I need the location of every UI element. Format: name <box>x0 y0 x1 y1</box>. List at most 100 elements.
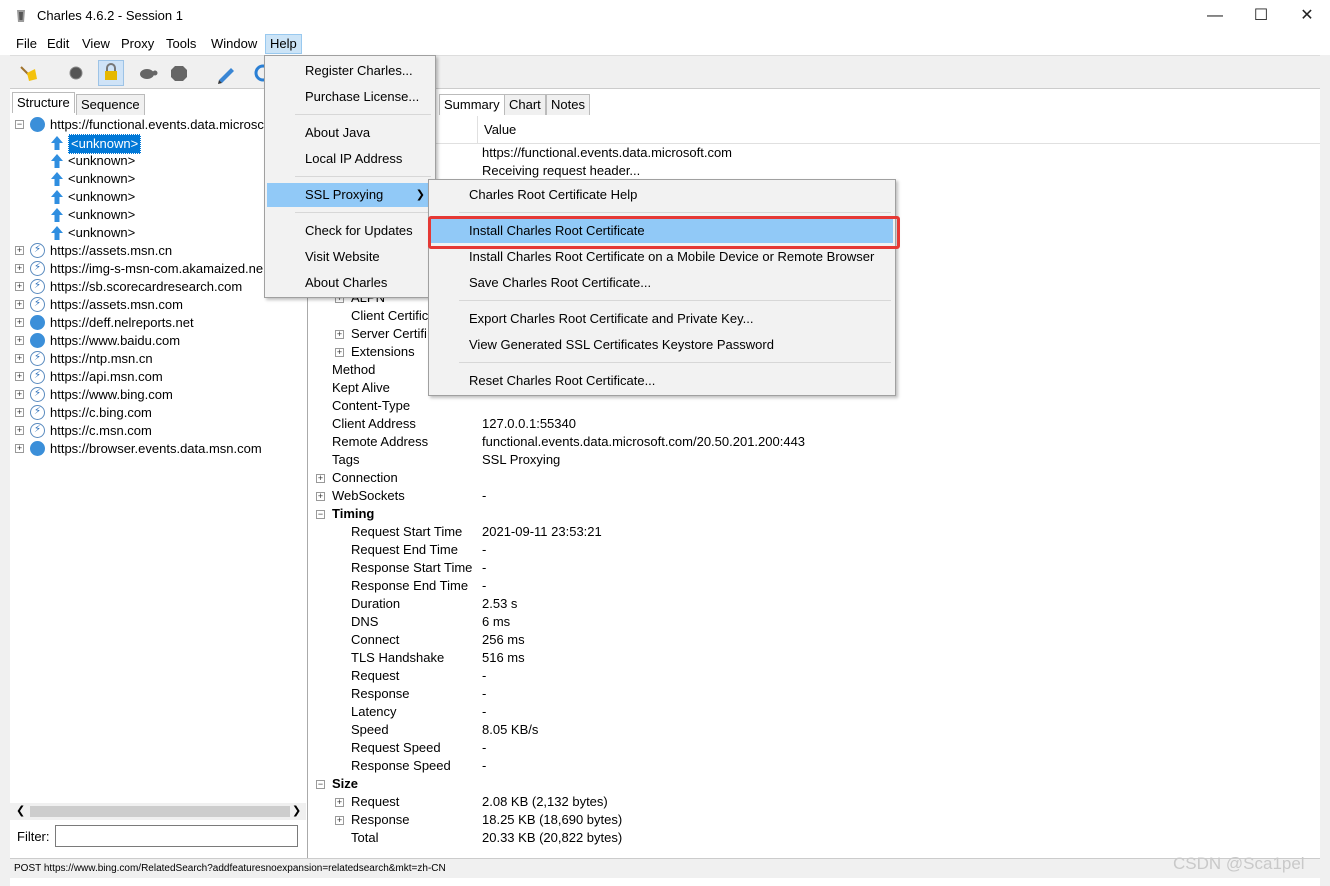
expand-icon[interactable]: + <box>15 444 24 453</box>
menu-view[interactable]: View <box>78 34 114 54</box>
submenu-arrow-icon: ❯ <box>415 189 425 201</box>
menu-separator <box>459 362 891 363</box>
expand-icon[interactable]: + <box>15 390 24 399</box>
collapse-icon[interactable]: − <box>316 780 325 789</box>
menu-item-about-java[interactable]: About Java <box>267 121 433 145</box>
upload-arrow-icon <box>51 172 63 186</box>
scroll-left-icon[interactable]: ❮ <box>16 804 25 817</box>
menu-item-save-root-cert[interactable]: Save Charles Root Certificate... <box>431 271 893 295</box>
scrollbar-thumb[interactable] <box>30 806 290 817</box>
expand-icon[interactable]: + <box>335 798 344 807</box>
menu-item-ssl-proxying[interactable]: SSL Proxying ❯ <box>267 183 433 207</box>
expand-icon[interactable]: + <box>316 474 325 483</box>
expand-icon[interactable]: + <box>335 816 344 825</box>
tree-row-host[interactable]: + ⚡ https://www.bing.com <box>10 386 308 404</box>
expand-icon[interactable]: + <box>15 372 24 381</box>
menu-proxy[interactable]: Proxy <box>117 34 158 54</box>
expand-icon[interactable]: + <box>15 354 24 363</box>
timing-row-value: - <box>482 560 487 575</box>
tree-row-host[interactable]: + ⚡ https://c.bing.com <box>10 404 308 422</box>
minimize-button[interactable]: — <box>1192 0 1238 32</box>
menu-item-root-cert-help[interactable]: Charles Root Certificate Help <box>431 183 893 207</box>
expand-icon[interactable]: + <box>15 246 24 255</box>
timing-row-value: 6 ms <box>482 614 511 629</box>
expand-icon[interactable]: + <box>15 408 24 417</box>
tree-row-host[interactable]: + ⚡ https://assets.msn.com <box>10 296 308 314</box>
menu-item-check-updates[interactable]: Check for Updates <box>267 219 433 243</box>
upload-arrow-icon <box>51 226 63 240</box>
expand-icon[interactable]: + <box>15 300 24 309</box>
timing-row-label: Response <box>351 686 410 701</box>
host-label: https://www.baidu.com <box>50 333 181 348</box>
host-label: https://functional.events.data.microsc <box>50 117 264 132</box>
compose-pen-icon[interactable] <box>213 60 239 86</box>
timing-row-label: Connect <box>351 632 400 647</box>
expand-icon[interactable]: + <box>15 426 24 435</box>
tree-horizontal-scrollbar[interactable]: ❮ ❯ <box>10 803 306 820</box>
lightning-icon: ⚡ <box>30 243 45 258</box>
tree-row-host[interactable]: + https://deff.nelreports.net <box>10 314 308 332</box>
menu-tools[interactable]: Tools <box>162 34 200 54</box>
tab-chart[interactable]: Chart <box>504 94 546 115</box>
filter-input[interactable] <box>55 825 298 847</box>
menu-item-view-keystore-password[interactable]: View Generated SSL Certificates Keystore… <box>431 333 893 357</box>
timing-row-label: Request <box>351 668 400 683</box>
scroll-right-icon[interactable]: ❯ <box>292 804 301 817</box>
tree-row-host[interactable]: + https://www.baidu.com <box>10 332 308 350</box>
expand-icon[interactable]: + <box>335 330 344 339</box>
maximize-button[interactable]: ☐ <box>1238 0 1284 32</box>
tab-structure[interactable]: Structure <box>12 92 75 113</box>
expand-icon[interactable]: + <box>15 264 24 273</box>
ssl-proxying-lock-icon[interactable] <box>98 60 124 86</box>
menu-separator <box>459 212 891 213</box>
detail-row-value: functional.events.data.microsoft.com/20.… <box>482 434 806 449</box>
timing-row-value: 2.53 s <box>482 596 518 611</box>
tab-summary[interactable]: Summary <box>439 94 505 115</box>
record-icon[interactable] <box>63 60 89 86</box>
menu-help[interactable]: Help <box>265 34 302 54</box>
host-label: https://c.msn.com <box>50 423 152 438</box>
size-row-value: 2.08 KB (2,132 bytes) <box>482 794 608 809</box>
expand-icon[interactable]: + <box>316 492 325 501</box>
menu-item-visit-website[interactable]: Visit Website <box>267 245 433 269</box>
status-bar: POST https://www.bing.com/RelatedSearch?… <box>10 858 1320 878</box>
globe-icon <box>30 315 45 330</box>
collapse-icon[interactable]: − <box>15 120 24 129</box>
size-row-label: Total <box>351 830 379 845</box>
timing-row-label: Duration <box>351 596 401 611</box>
tree-row-host[interactable]: + ⚡ https://api.msn.com <box>10 368 308 386</box>
tree-row-host[interactable]: + ⚡ https://ntp.msn.cn <box>10 350 308 368</box>
breakpoints-stop-icon[interactable] <box>166 60 192 86</box>
menu-item-export-root-cert[interactable]: Export Charles Root Certificate and Priv… <box>431 307 893 331</box>
menu-window[interactable]: Window <box>207 34 261 54</box>
throttle-turtle-icon[interactable] <box>134 60 160 86</box>
request-label: <unknown> <box>68 134 142 154</box>
tree-row-host[interactable]: + ⚡ https://c.msn.com <box>10 422 308 440</box>
expand-icon[interactable]: + <box>15 282 24 291</box>
broom-clear-icon[interactable] <box>16 60 42 86</box>
timing-row-label: Speed <box>351 722 389 737</box>
timing-row-value: - <box>482 578 487 593</box>
collapse-icon[interactable]: − <box>316 510 325 519</box>
menu-item-purchase[interactable]: Purchase License... <box>267 85 433 109</box>
lightning-icon: ⚡ <box>30 423 45 438</box>
status-value: Receiving request header... <box>482 163 641 178</box>
menu-item-reset-root-cert[interactable]: Reset Charles Root Certificate... <box>431 369 893 393</box>
menu-edit[interactable]: Edit <box>43 34 73 54</box>
expand-icon[interactable]: + <box>15 318 24 327</box>
tab-notes[interactable]: Notes <box>546 94 590 115</box>
timing-row-value: - <box>482 740 487 755</box>
timing-row-label: Request End Time <box>351 542 458 557</box>
extensions-label: Extensions <box>351 344 415 359</box>
tree-row-host[interactable]: + https://browser.events.data.msn.com <box>10 440 308 458</box>
close-button[interactable]: ✕ <box>1284 0 1330 32</box>
lightning-icon: ⚡ <box>30 261 45 276</box>
menu-item-local-ip[interactable]: Local IP Address <box>267 147 433 171</box>
menu-item-register[interactable]: Register Charles... <box>267 59 433 83</box>
expand-icon[interactable]: + <box>335 348 344 357</box>
menu-file[interactable]: File <box>12 34 41 54</box>
menu-item-about-charles[interactable]: About Charles <box>267 271 433 295</box>
tab-sequence[interactable]: Sequence <box>76 94 145 115</box>
detail-row-label: WebSockets <box>332 488 405 503</box>
expand-icon[interactable]: + <box>15 336 24 345</box>
